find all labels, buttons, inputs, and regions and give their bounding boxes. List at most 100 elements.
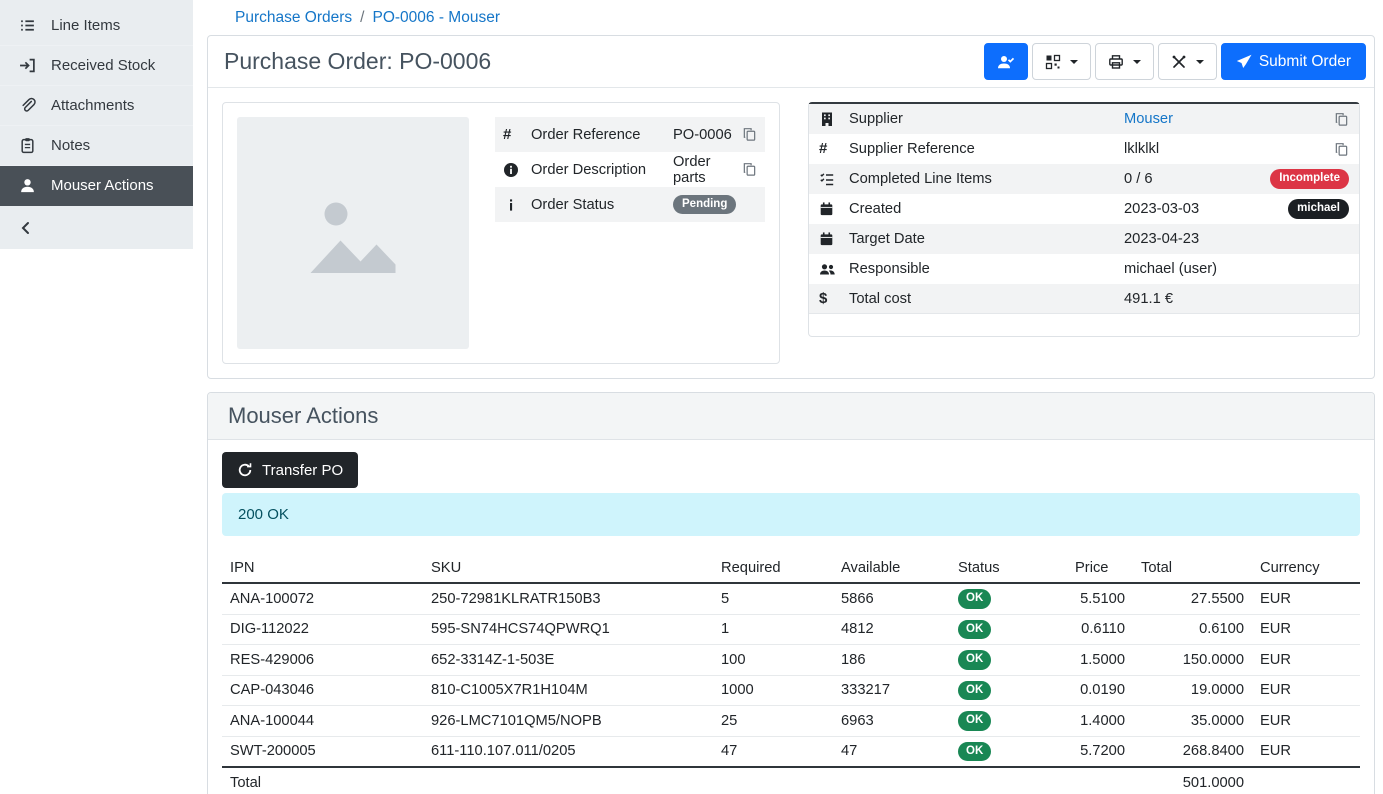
cell-total: 150.0000 — [1133, 645, 1252, 676]
cell-available: 5866 — [833, 583, 950, 614]
cell-status: OK — [950, 614, 1067, 645]
purchase-order-header: Purchase Order: PO-0006 — [208, 36, 1374, 88]
info-circle-icon — [503, 162, 531, 178]
qr-code-icon — [1045, 54, 1061, 70]
caret-down-icon — [1133, 60, 1141, 64]
cell-sku: 926-LMC7101QM5/NOPB — [423, 706, 713, 737]
sidebar-item-label: Received Stock — [51, 57, 155, 74]
copy-button[interactable] — [742, 127, 757, 142]
caret-down-icon — [1070, 60, 1078, 64]
mouser-actions-header: Mouser Actions — [208, 393, 1374, 440]
cell-ipn: CAP-043046 — [222, 675, 423, 706]
copy-button[interactable] — [1334, 112, 1349, 127]
cell-total: 19.0000 — [1133, 675, 1252, 706]
print-actions-button[interactable] — [1095, 43, 1154, 80]
copy-button[interactable] — [742, 162, 757, 177]
barcode-actions-button[interactable] — [1032, 43, 1091, 80]
detail-label: Order Description — [531, 162, 673, 178]
created-row: Created 2023-03-03 michael — [809, 194, 1359, 224]
detail-value: 491.1 € — [1124, 291, 1349, 307]
sidebar-item-label: Notes — [51, 137, 90, 154]
column-header-required: Required — [713, 556, 833, 583]
parts-table-header-row: IPN SKU Required Available Status Price … — [222, 556, 1360, 583]
cell-currency: EUR — [1252, 736, 1360, 767]
detail-label: Supplier Reference — [849, 141, 1124, 157]
cell-required: 5 — [713, 583, 833, 614]
transfer-po-button[interactable]: Transfer PO — [222, 452, 358, 488]
column-header-ipn: IPN — [222, 556, 423, 583]
sidebar-item-mouser-actions[interactable]: Mouser Actions — [0, 166, 193, 206]
transfer-po-label: Transfer PO — [262, 462, 343, 479]
chevron-left-icon — [18, 220, 34, 236]
hash-icon: # — [819, 141, 849, 157]
order-info-panel: # Order Reference PO-0006 Or — [222, 102, 780, 364]
detail-value: Order parts — [673, 154, 742, 186]
breadcrumb-link-purchase-orders[interactable]: Purchase Orders — [235, 9, 352, 27]
cell-ipn: ANA-100072 — [222, 583, 423, 614]
user-icon — [18, 177, 36, 194]
supplier-link[interactable]: Mouser — [1124, 111, 1173, 127]
target-date-row: Target Date 2023-04-23 — [809, 224, 1359, 254]
image-placeholder-icon — [293, 173, 413, 293]
detail-value: 2023-04-23 — [1124, 231, 1349, 247]
cell-available: 6963 — [833, 706, 950, 737]
cell-available: 333217 — [833, 675, 950, 706]
footer-currency-spacer — [1252, 767, 1360, 794]
detail-value: 0 / 6 — [1124, 171, 1270, 187]
cell-ipn: RES-429006 — [222, 645, 423, 676]
supplier-reference-row: # Supplier Reference lklklkl — [809, 134, 1359, 164]
mouser-actions-card: Mouser Actions Transfer PO 200 OK IP — [207, 392, 1375, 794]
column-header-price: Price — [1067, 556, 1133, 583]
main-content: Purchase Orders / PO-0006 - Mouser Purch… — [207, 0, 1375, 794]
detail-label: Order Status — [531, 197, 673, 213]
notes-icon — [18, 137, 36, 154]
detail-value: PO-0006 — [673, 127, 742, 143]
detail-label: Responsible — [849, 261, 1124, 277]
copy-icon — [1334, 112, 1349, 127]
cell-status: OK — [950, 736, 1067, 767]
sidebar-item-label: Line Items — [51, 17, 120, 34]
cell-currency: EUR — [1252, 706, 1360, 737]
order-actions-button[interactable] — [1158, 43, 1217, 80]
info-icon — [503, 197, 531, 213]
detail-value: 2023-03-03 — [1124, 201, 1288, 217]
footer-total-label: Total — [222, 767, 423, 794]
paperclip-icon — [18, 97, 36, 114]
sidebar-collapse-button[interactable] — [0, 206, 193, 249]
sidebar-item-label: Mouser Actions — [51, 177, 154, 194]
dollar-icon: $ — [819, 291, 849, 307]
completed-line-items-row: Completed Line Items 0 / 6 Incomplete — [809, 164, 1359, 194]
cell-total: 268.8400 — [1133, 736, 1252, 767]
sidebar: Line Items Received Stock Attachments No… — [0, 0, 193, 249]
footer-total-value: 501.0000 — [1133, 767, 1252, 794]
page-title: Purchase Order: PO-0006 — [224, 46, 491, 77]
tools-icon — [1171, 54, 1187, 70]
assign-user-button[interactable] — [984, 43, 1028, 80]
responsible-row: Responsible michael (user) — [809, 254, 1359, 284]
supplier-details-panel: Supplier Mouser # Supplier Refere — [808, 102, 1360, 337]
detail-value: michael (user) — [1124, 261, 1349, 277]
order-status-row: Order Status Pending — [495, 187, 765, 222]
cell-available: 186 — [833, 645, 950, 676]
purchase-order-card: Purchase Order: PO-0006 — [207, 35, 1375, 379]
copy-button[interactable] — [1334, 142, 1349, 157]
cell-price: 1.4000 — [1067, 706, 1133, 737]
detail-label: Order Reference — [531, 127, 673, 143]
sidebar-item-notes[interactable]: Notes — [0, 126, 193, 166]
detail-value: Pending — [673, 195, 757, 215]
list-icon — [18, 17, 36, 34]
sidebar-item-received-stock[interactable]: Received Stock — [0, 46, 193, 86]
submit-order-button[interactable]: Submit Order — [1221, 43, 1366, 80]
sidebar-item-line-items[interactable]: Line Items — [0, 6, 193, 46]
submit-order-label: Submit Order — [1259, 53, 1351, 71]
breadcrumb-link-po-0006[interactable]: PO-0006 - Mouser — [372, 9, 500, 27]
order-image-placeholder[interactable] — [237, 117, 469, 349]
detail-label: Total cost — [849, 291, 1124, 307]
table-row: CAP-043046 810-C1005X7R1H104M 1000 33321… — [222, 675, 1360, 706]
table-footer-row: Total 501.0000 — [222, 767, 1360, 794]
cell-status: OK — [950, 706, 1067, 737]
status-alert: 200 OK — [222, 493, 1360, 536]
building-icon — [819, 111, 849, 127]
cell-price: 0.6110 — [1067, 614, 1133, 645]
sidebar-item-attachments[interactable]: Attachments — [0, 86, 193, 126]
